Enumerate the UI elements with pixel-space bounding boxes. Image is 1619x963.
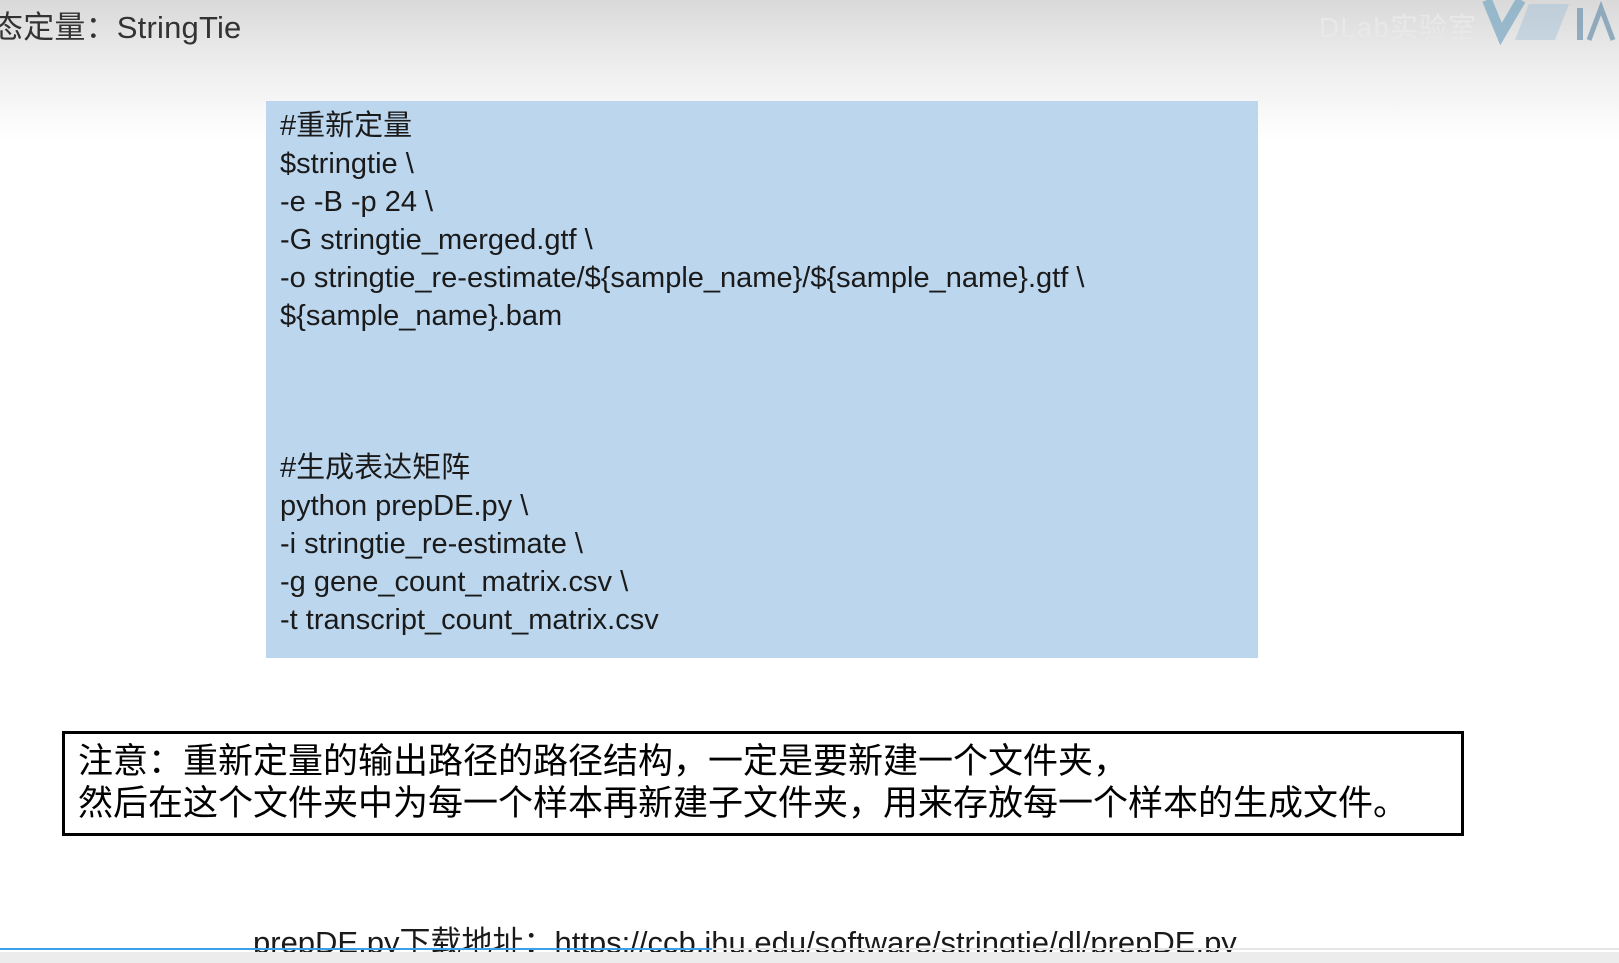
- code-line-bam: ${sample_name}.bam: [280, 300, 563, 332]
- slide: 态定量：StringTie DLab实验室 #重新定量 $stringtie \…: [0, 0, 1619, 963]
- code-line-transcript-matrix: -t transcript_count_matrix.csv: [280, 604, 659, 636]
- note-line-1: 注意：重新定量的输出路径的路径结构，一定是要新建一个文件夹，: [78, 742, 1129, 781]
- code-line-options: -e -B -p 24 \: [280, 186, 434, 218]
- note-line-2: 然后在这个文件夹中为每一个样本再新建子文件夹，用来存放每一个样本的生成文件。: [78, 784, 1409, 823]
- logo-mark-icon: [1482, 0, 1616, 46]
- code-line-stringtie: $stringtie \: [280, 148, 414, 180]
- code-line-comment-matrix: #生成表达矩阵: [280, 452, 471, 484]
- watermark-text: DLab实验室: [1319, 12, 1477, 43]
- logo-watermark: DLab实验室: [1319, 0, 1619, 48]
- slide-title: 态定量：StringTie: [0, 10, 242, 45]
- video-progress-fill: [0, 948, 713, 950]
- code-gap: [280, 335, 1258, 449]
- code-box: #重新定量 $stringtie \ -e -B -p 24 \ -G stri…: [266, 101, 1258, 658]
- code-line-gene-matrix: -g gene_count_matrix.csv \: [280, 566, 629, 598]
- code-line-output: -o stringtie_re-estimate/${sample_name}/…: [280, 262, 1085, 294]
- video-progress-bar[interactable]: [0, 948, 1619, 950]
- code-line-comment-requantify: #重新定量: [280, 110, 413, 142]
- code-line-gtf: -G stringtie_merged.gtf \: [280, 224, 593, 256]
- note-box: 注意：重新定量的输出路径的路径结构，一定是要新建一个文件夹， 然后在这个文件夹中…: [62, 731, 1464, 836]
- code-line-input: -i stringtie_re-estimate \: [280, 528, 583, 560]
- code-line-python: python prepDE.py \: [280, 490, 529, 522]
- bottom-strip: [0, 952, 1619, 963]
